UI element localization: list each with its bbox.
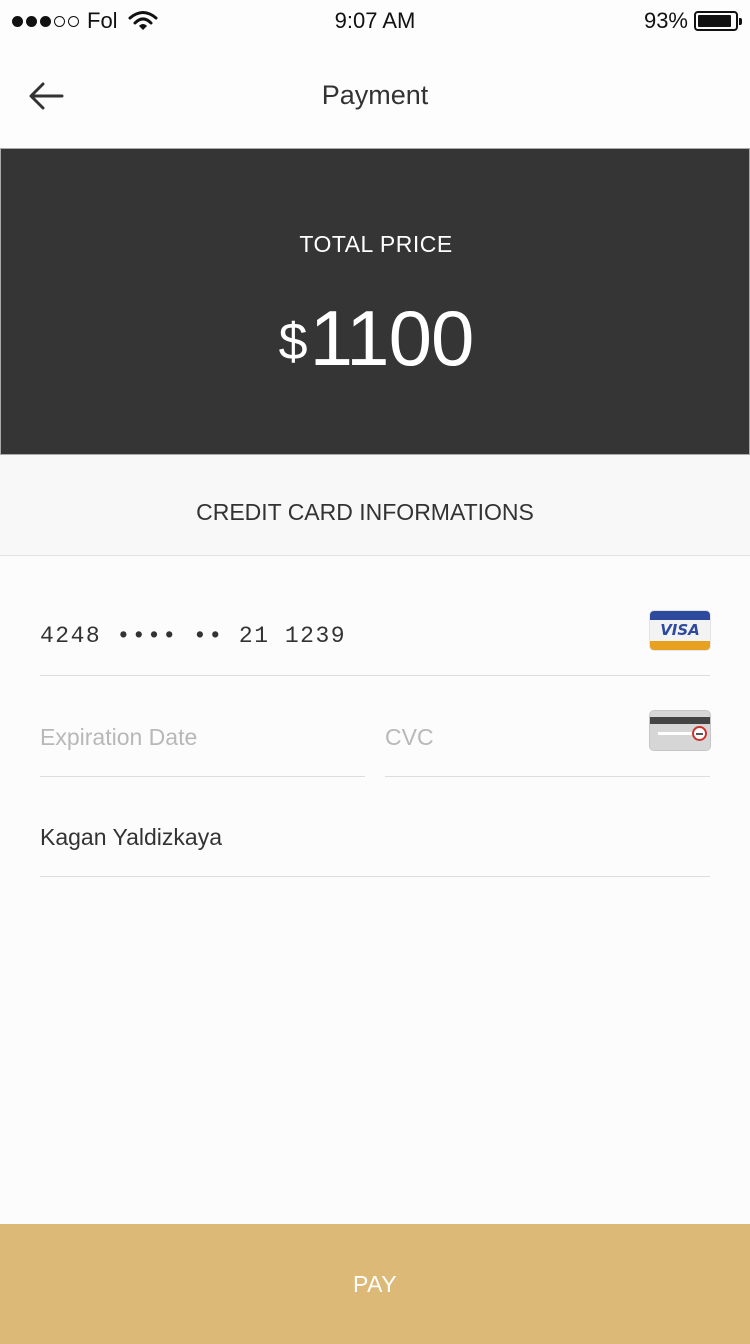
card-number-input[interactable] xyxy=(40,616,710,656)
total-price-value: $1100 xyxy=(1,299,750,377)
battery-tip xyxy=(739,18,742,25)
navigation-bar: Payment xyxy=(0,40,750,148)
pay-button[interactable]: PAY xyxy=(0,1224,750,1344)
visa-card-icon: VISA xyxy=(650,611,710,650)
card-cvc-icon xyxy=(650,711,710,750)
page-title: Payment xyxy=(321,80,429,110)
card-number-field xyxy=(40,616,710,676)
payment-screen: Fol 9:07 AM 93% Payment TOTAL PRICE $110… xyxy=(0,0,750,1344)
cardholder-name-field xyxy=(40,817,710,877)
battery-fill xyxy=(698,15,732,27)
back-button[interactable] xyxy=(20,70,72,122)
price-amount: 1100 xyxy=(309,294,475,382)
cvc-magnetic-stripe xyxy=(650,717,710,724)
visa-brand-text: VISA xyxy=(660,621,700,639)
price-currency: $ xyxy=(278,313,308,371)
visa-top-stripe xyxy=(650,611,710,620)
cardholder-name-input[interactable] xyxy=(40,817,710,857)
total-price-label: TOTAL PRICE xyxy=(299,231,453,257)
visa-bottom-stripe xyxy=(650,641,710,650)
status-time: 9:07 AM xyxy=(334,8,416,33)
cvc-highlight-circle xyxy=(692,726,707,741)
cvc-signature-line xyxy=(658,732,696,735)
battery-status: 93% xyxy=(643,8,742,34)
battery-percent: 93% xyxy=(643,8,688,33)
status-bar: Fol 9:07 AM 93% xyxy=(0,0,750,40)
arrow-left-icon xyxy=(29,82,64,110)
battery-icon xyxy=(694,11,742,31)
section-title: CREDIT CARD INFORMATIONS xyxy=(196,499,534,525)
credit-card-section-header: CREDIT CARD INFORMATIONS xyxy=(0,455,750,556)
expiration-date-input[interactable] xyxy=(40,717,365,757)
total-price-panel: TOTAL PRICE $1100 xyxy=(0,148,750,455)
expiration-date-field xyxy=(40,717,365,777)
